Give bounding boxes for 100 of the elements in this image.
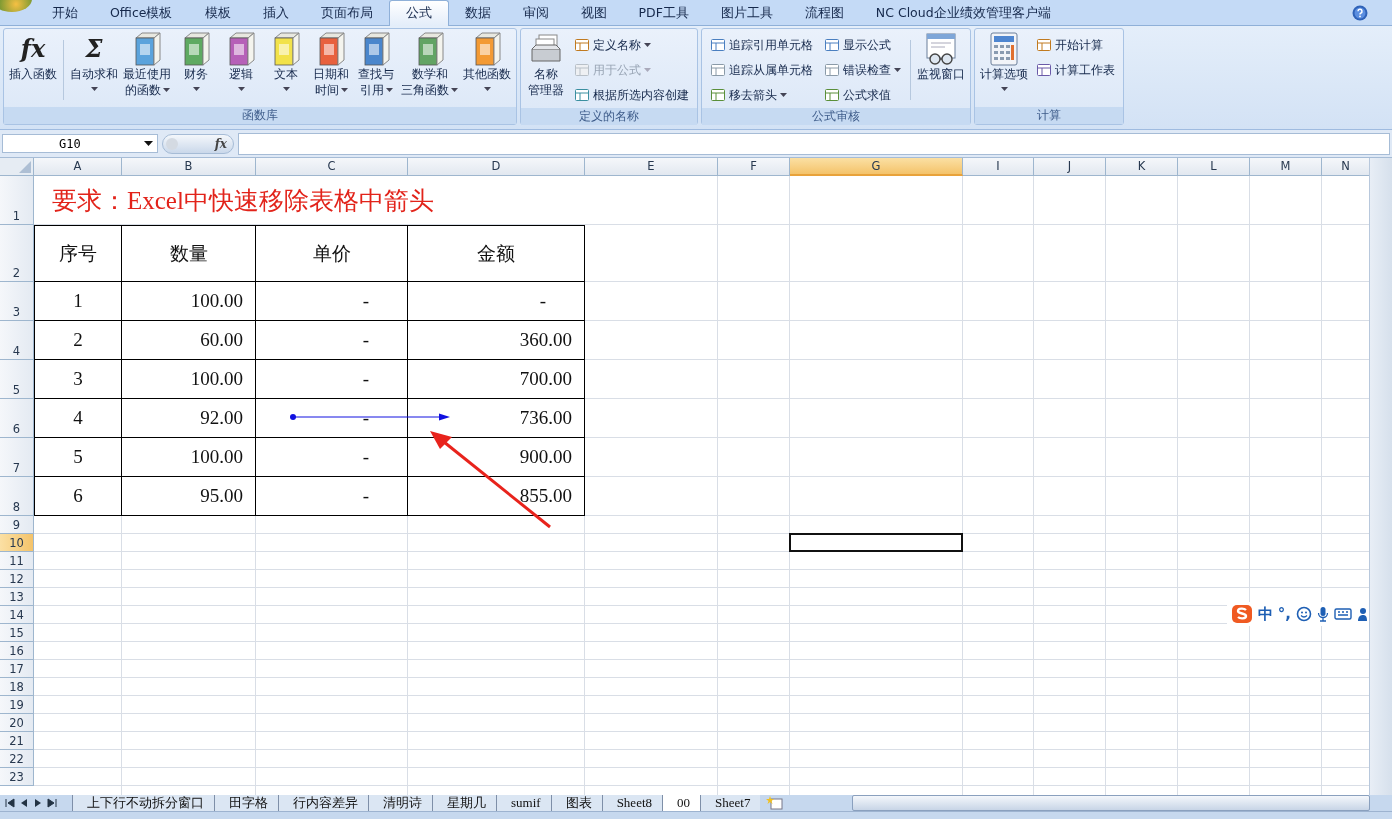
selected-cell[interactable] [789,533,963,552]
row-header[interactable]: 20 [0,714,34,732]
row-header[interactable]: 22 [0,750,34,768]
ribbon-tab[interactable]: PDF工具 [622,1,705,25]
row-header[interactable]: 3 [0,282,34,321]
column-header[interactable]: K [1106,158,1178,176]
ribbon-small-button[interactable]: 错误检查 [822,59,903,81]
ribbon-small-button[interactable]: 定义名称 [572,34,691,56]
name-box[interactable]: G10 [2,134,158,153]
ribbon-tab[interactable]: 流程图 [788,1,860,25]
ribbon-tab[interactable]: 视图 [564,1,623,25]
row-header[interactable]: 23 [0,768,34,786]
keyboard-icon[interactable] [1334,607,1352,621]
row-header[interactable]: 15 [0,624,34,642]
sheet-tab[interactable]: 上下行不动拆分窗口 [72,795,214,811]
ribbon-small-button[interactable]: 根据所选内容创建 [572,84,691,106]
ribbon-tab[interactable]: 图片工具 [704,1,789,25]
row-header[interactable]: 10 [0,534,34,552]
sheet-tab[interactable]: 图表 [550,795,602,811]
vertical-scrollbar[interactable] [1369,158,1392,795]
ribbon-tab[interactable]: 审阅 [506,1,565,25]
ribbon-small-button[interactable]: 追踪从属单元格 [708,59,815,81]
sheet-tab[interactable]: 行内容差异 [278,795,368,811]
ribbon-button[interactable]: 最近使用 的函数 [121,32,173,98]
ribbon-tab[interactable]: 页面布局 [304,1,389,25]
person-icon[interactable] [1357,606,1367,622]
sheet-nav-icon[interactable] [4,798,16,808]
row-header[interactable]: 9 [0,516,34,534]
ribbon-small-button[interactable]: 移去箭头 [708,84,815,106]
ribbon-tab[interactable]: 数据 [448,1,507,25]
row-header[interactable]: 1 [0,176,34,225]
ribbon-small-button[interactable]: 追踪引用单元格 [708,34,815,56]
row-header[interactable]: 7 [0,438,34,477]
row-header[interactable]: 16 [0,642,34,660]
row-header[interactable]: 8 [0,477,34,516]
ribbon-button[interactable]: 名称 管理器 [524,32,568,98]
ribbon-tab[interactable]: 公式 [388,0,449,26]
insert-function-button[interactable]: fx [162,133,234,154]
row-header[interactable]: 6 [0,399,34,438]
row-header[interactable]: 13 [0,588,34,606]
header-cell: 数量 [122,225,256,282]
formula-input[interactable] [238,132,1390,155]
column-header[interactable]: M [1250,158,1322,176]
ribbon-button[interactable]: 其他函数 [461,32,513,91]
row-header[interactable]: 19 [0,696,34,714]
ribbon-button[interactable]: 查找与 引用 [354,32,398,98]
ribbon-button[interactable]: 监视窗口 [915,32,967,82]
ribbon-button[interactable]: 文本 [264,32,308,91]
ribbon-small-button[interactable]: 开始计算 [1034,34,1117,56]
row-header[interactable]: 14 [0,606,34,624]
column-header[interactable]: F [718,158,790,176]
ribbon-small-button[interactable]: 公式求值 [822,84,903,106]
sheet-tab[interactable]: Sheet7 [700,795,761,811]
help-icon[interactable] [1352,5,1368,21]
sheet-tab[interactable]: sumif [496,795,551,811]
column-header[interactable]: D [408,158,585,176]
sheet-nav-icon[interactable] [46,798,58,808]
sheet-tab[interactable]: 00 [662,795,700,811]
ribbon-button[interactable]: 财务 [174,32,218,91]
microphone-icon[interactable] [1317,606,1329,622]
column-header[interactable]: A [34,158,122,176]
ribbon-small-button[interactable]: 显示公式 [822,34,903,56]
table-cell: 6 [34,477,122,516]
column-header[interactable]: C [256,158,408,176]
sheet-tab[interactable]: 星期几 [432,795,496,811]
ribbon-button[interactable]: 逻辑 [219,32,263,91]
sheet-tab[interactable]: 田字格 [214,795,278,811]
column-header[interactable]: L [1178,158,1250,176]
ribbon-tab[interactable]: Office模板 [94,1,189,25]
row-header[interactable]: 17 [0,660,34,678]
ribbon-button[interactable]: 计算选项 [978,32,1030,91]
row-header[interactable]: 21 [0,732,34,750]
punctuation-mode-text[interactable]: °, [1277,605,1291,623]
column-header[interactable]: I [963,158,1034,176]
ribbon-button[interactable]: 数学和 三角函数 [399,32,460,98]
ribbon-small-button[interactable]: 计算工作表 [1034,59,1117,81]
ribbon-tab[interactable]: NC Cloud企业绩效管理客户端 [859,1,1067,25]
table-cell: 1 [34,282,122,321]
ribbon-tab[interactable]: 模板 [188,1,247,25]
ribbon-tab[interactable]: 开始 [36,1,94,25]
row-header[interactable]: 4 [0,321,34,360]
ribbon-tab[interactable]: 插入 [246,1,305,25]
input-mode-text[interactable]: 中 [1257,604,1273,624]
column-header[interactable]: J [1034,158,1106,176]
column-header[interactable]: E [585,158,718,176]
sheet-tab[interactable]: 清明诗 [368,795,432,811]
row-header[interactable]: 11 [0,552,34,570]
smiley-icon[interactable] [1296,606,1312,622]
ribbon-button[interactable]: fx 插入函数 [7,32,59,82]
horizontal-scrollbar[interactable] [852,795,1370,811]
row-header[interactable]: 18 [0,678,34,696]
ribbon-button[interactable]: Σ 自动求和 [68,32,120,91]
column-header[interactable]: G [790,158,963,176]
column-header[interactable]: B [122,158,256,176]
row-header[interactable]: 5 [0,360,34,399]
sheet-tab[interactable]: Sheet8 [601,795,662,811]
ribbon-button[interactable]: 日期和 时间 [309,32,353,98]
row-header[interactable]: 12 [0,570,34,588]
row-header[interactable]: 2 [0,225,34,282]
column-header[interactable]: N [1322,158,1369,176]
